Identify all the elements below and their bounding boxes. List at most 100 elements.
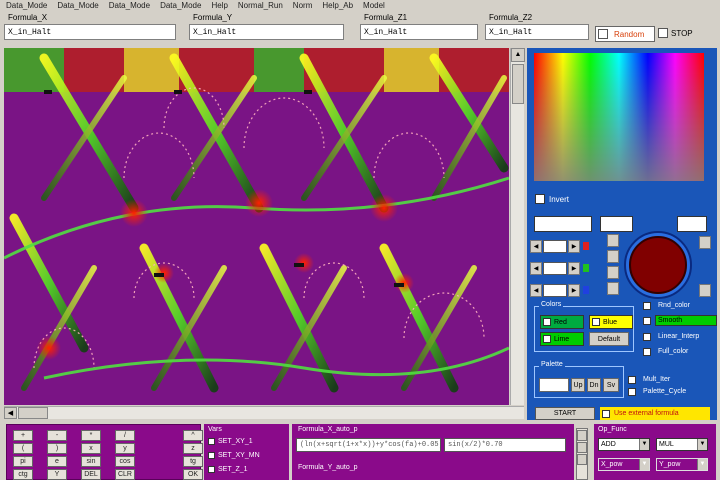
op-dropdown-1[interactable]: MUL ▼ [656, 438, 708, 451]
swatch-blue[interactable]: Blue [589, 315, 633, 329]
menu-item-1[interactable]: Data_Mode [57, 1, 98, 10]
brightness-up-button[interactable] [607, 234, 619, 247]
mini-scroll-down[interactable] [577, 454, 587, 465]
keypad-key-10[interactable]: pi [13, 456, 33, 467]
option-checkbox-2[interactable] [643, 332, 651, 341]
var-checkbox-1[interactable] [208, 452, 215, 459]
keypad-key-14[interactable]: tg [183, 456, 203, 467]
menu-item-4[interactable]: Help [211, 1, 227, 10]
mini-scroll-mid[interactable] [577, 442, 587, 453]
option-checkbox-3[interactable] [643, 347, 651, 356]
palette-down-button[interactable]: Dn [587, 378, 601, 392]
var-row-2[interactable]: SET_Z_1 [208, 466, 248, 473]
option-checkbox-0[interactable] [643, 301, 651, 310]
keypad-key-17[interactable]: DEL [81, 469, 101, 480]
red-up-button[interactable]: ▶ [568, 240, 580, 253]
option-row-5[interactable]: Palette_Cycle [628, 386, 696, 397]
canvas-vertical-scrollbar[interactable]: ▲ [510, 48, 525, 405]
op-dropdown-3[interactable]: Y_pow ▼ [656, 458, 708, 471]
menu-item-7[interactable]: Help_Ab [322, 1, 353, 10]
invert-checkbox[interactable] [535, 194, 545, 204]
formula-auto-input-b[interactable]: sin(x/2)*0.70 [444, 438, 566, 452]
swatch-red[interactable]: Red [540, 315, 584, 329]
blue-up-button[interactable]: ▶ [568, 284, 580, 297]
preview-up-button[interactable] [699, 236, 711, 249]
color-spectrum-picker[interactable] [534, 53, 704, 181]
brightness-mid2-button[interactable] [607, 266, 619, 279]
option-row-4[interactable]: Mult_Iter [628, 374, 696, 385]
stop-checkbox[interactable] [658, 28, 668, 38]
default-colors-button[interactable]: Default [589, 332, 629, 346]
palette-save-button[interactable]: Sv [603, 378, 619, 392]
var-row-1[interactable]: SET_XY_MN [208, 452, 260, 459]
scroll-left-arrow-icon[interactable]: ◀ [4, 407, 17, 419]
color-value-input[interactable] [534, 216, 592, 232]
keypad-key-4[interactable]: ^ [183, 430, 203, 441]
formula-z1-input[interactable] [360, 24, 478, 40]
option-row-3[interactable]: Full_color [643, 346, 717, 357]
keypad-key-6[interactable]: ) [47, 443, 67, 454]
brightness-mid-button[interactable] [607, 250, 619, 263]
keypad-key-19[interactable]: OK [183, 469, 203, 480]
fractal-canvas[interactable] [4, 48, 509, 405]
scroll-thumb-h[interactable] [18, 407, 48, 419]
menu-item-5[interactable]: Normal_Run [238, 1, 283, 10]
var-row-0[interactable]: SET_XY_1 [208, 438, 253, 445]
formula-y-input[interactable] [189, 24, 344, 40]
canvas-horizontal-scrollbar[interactable]: ◀ [4, 406, 524, 419]
keypad-key-1[interactable]: - [47, 430, 67, 441]
var-checkbox-2[interactable] [208, 466, 215, 473]
menu-item-6[interactable]: Norm [293, 1, 313, 10]
keypad-key-11[interactable]: e [47, 456, 67, 467]
green-down-button[interactable]: ◀ [530, 262, 542, 275]
keypad-key-9[interactable]: z [183, 443, 203, 454]
color-value-input-3[interactable] [677, 216, 707, 232]
keypad-key-13[interactable]: cos [115, 456, 135, 467]
option-checkbox-4[interactable] [628, 375, 636, 384]
external-formula-toggle[interactable]: Use external formula [600, 407, 710, 420]
option-row-0[interactable]: Rnd_color [643, 300, 717, 311]
menu-item-0[interactable]: Data_Mode [6, 1, 47, 10]
color-value-input-2[interactable] [600, 216, 633, 232]
keypad-scroll[interactable] [576, 428, 588, 480]
option-checkbox-5[interactable] [628, 387, 636, 396]
random-checkbox[interactable] [598, 29, 608, 39]
swatch-lime-checkbox[interactable] [543, 335, 551, 343]
stop-toggle[interactable]: STOP [658, 28, 693, 38]
mini-scroll-up[interactable] [577, 430, 587, 441]
invert-toggle[interactable]: Invert [535, 194, 569, 204]
formula-auto-input-a[interactable]: (ln(x+sqrt(1+x*x))+y*cos(fa)+0.05) [296, 438, 441, 452]
option-row-1[interactable]: Smooth [643, 315, 717, 326]
keypad-key-3[interactable]: / [115, 430, 135, 441]
keypad-key-18[interactable]: CLR [115, 469, 135, 480]
keypad-key-15[interactable]: ctg [13, 469, 33, 480]
preview-down-button[interactable] [699, 284, 711, 297]
option-checkbox-1[interactable] [643, 316, 651, 325]
blue-down-button[interactable]: ◀ [530, 284, 542, 297]
keypad-key-12[interactable]: sin [81, 456, 101, 467]
formula-x-input[interactable] [4, 24, 176, 40]
keypad-key-16[interactable]: Y [47, 469, 67, 480]
op-dropdown-2[interactable]: X_pow ▼ [598, 458, 650, 471]
palette-input[interactable] [539, 378, 569, 392]
brightness-down-button[interactable] [607, 282, 619, 295]
green-up-button[interactable]: ▶ [568, 262, 580, 275]
keypad-key-7[interactable]: x [81, 443, 101, 454]
random-button[interactable]: Random [595, 26, 655, 42]
blue-value-field[interactable] [543, 284, 567, 297]
keypad-key-8[interactable]: y [115, 443, 135, 454]
scroll-up-arrow-icon[interactable]: ▲ [511, 48, 525, 62]
menu-item-8[interactable]: Model [363, 1, 385, 10]
red-value-field[interactable] [543, 240, 567, 253]
palette-up-button[interactable]: Up [571, 378, 585, 392]
menu-item-3[interactable]: Data_Mode [160, 1, 201, 10]
keypad-key-5[interactable]: ( [13, 443, 33, 454]
op-dropdown-0[interactable]: ADD ▼ [598, 438, 650, 451]
var-checkbox-0[interactable] [208, 438, 215, 445]
green-value-field[interactable] [543, 262, 567, 275]
keypad-key-2[interactable]: * [81, 430, 101, 441]
red-down-button[interactable]: ◀ [530, 240, 542, 253]
menu-item-2[interactable]: Data_Mode [109, 1, 150, 10]
formula-z2-input[interactable] [485, 24, 589, 40]
swatch-red-checkbox[interactable] [543, 318, 551, 326]
